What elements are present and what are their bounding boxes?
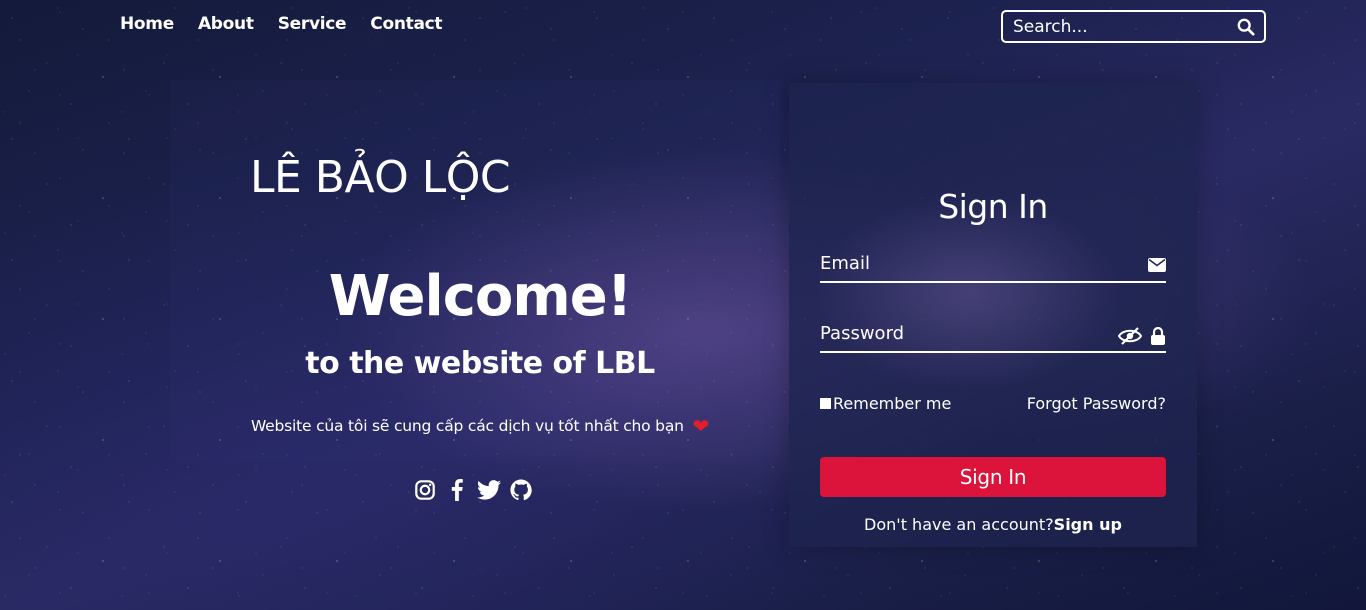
sign-in-card: Sign In Email Password Remember me Forgo… xyxy=(789,83,1197,547)
signup-prompt: Don't have an account?Sign up xyxy=(789,515,1197,534)
checkbox-icon[interactable] xyxy=(820,398,831,409)
heart-icon: ❤ xyxy=(692,414,710,438)
sign-in-button[interactable]: Sign In xyxy=(820,457,1166,497)
forgot-password-link[interactable]: Forgot Password? xyxy=(1027,394,1166,413)
instagram-icon[interactable] xyxy=(413,478,437,502)
search-box xyxy=(1001,10,1266,43)
top-nav: Home About Service Contact xyxy=(120,14,443,34)
social-links xyxy=(413,478,533,502)
email-field[interactable]: Email xyxy=(820,249,1166,283)
password-label: Password xyxy=(820,323,905,344)
sign-up-link[interactable]: Sign up xyxy=(1054,515,1122,534)
github-icon[interactable] xyxy=(509,478,533,502)
search-icon[interactable] xyxy=(1236,17,1256,37)
site-owner-name: LÊ BẢO LỘC xyxy=(250,152,511,203)
no-account-text: Don't have an account? xyxy=(864,515,1054,534)
password-field[interactable]: Password xyxy=(820,319,1166,353)
nav-contact-link[interactable]: Contact xyxy=(370,14,442,34)
search-input[interactable] xyxy=(1013,16,1236,37)
remember-me-label: Remember me xyxy=(833,394,952,413)
eye-slash-icon[interactable] xyxy=(1117,327,1143,349)
sign-in-options: Remember me Forgot Password? xyxy=(820,394,1166,413)
twitter-icon[interactable] xyxy=(477,478,501,502)
lock-icon xyxy=(1150,326,1166,349)
email-label: Email xyxy=(820,253,870,274)
envelope-icon xyxy=(1148,257,1166,276)
facebook-icon[interactable] xyxy=(445,478,469,502)
remember-me-checkbox[interactable]: Remember me xyxy=(820,394,951,413)
nav-service-link[interactable]: Service xyxy=(278,14,347,34)
nav-about-link[interactable]: About xyxy=(198,14,254,34)
sign-in-title: Sign In xyxy=(938,187,1048,226)
hero-description-text: Website của tôi sẽ cung cấp các dịch vụ … xyxy=(250,417,684,435)
nav-home-link[interactable]: Home xyxy=(120,14,174,34)
